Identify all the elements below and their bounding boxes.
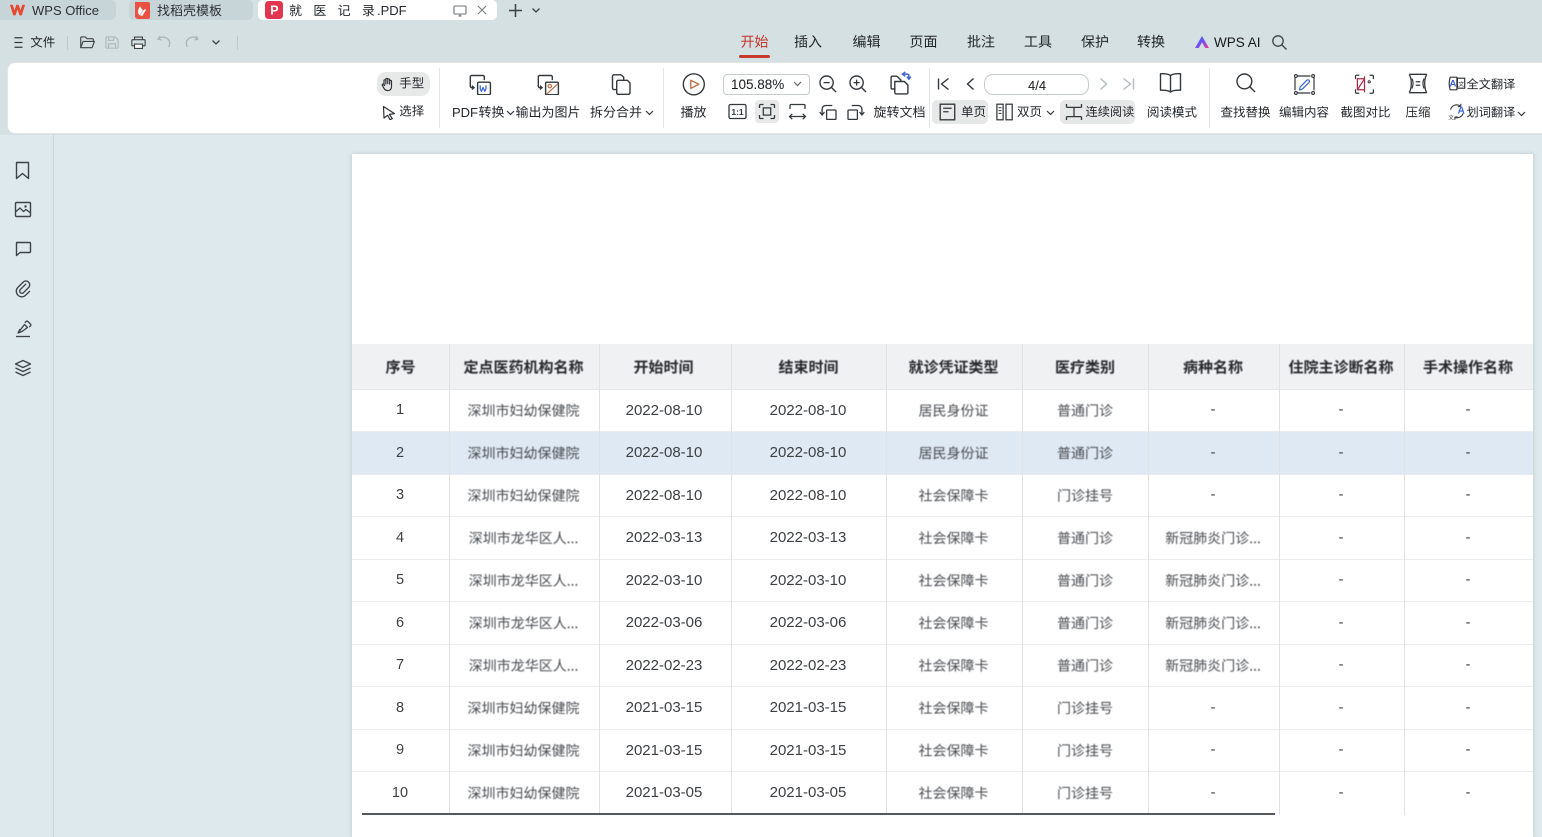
svg-text:A: A xyxy=(1449,79,1456,90)
svg-text:1:1: 1:1 xyxy=(731,107,744,117)
svg-text:P: P xyxy=(270,4,278,18)
svg-text:A: A xyxy=(1458,106,1465,117)
